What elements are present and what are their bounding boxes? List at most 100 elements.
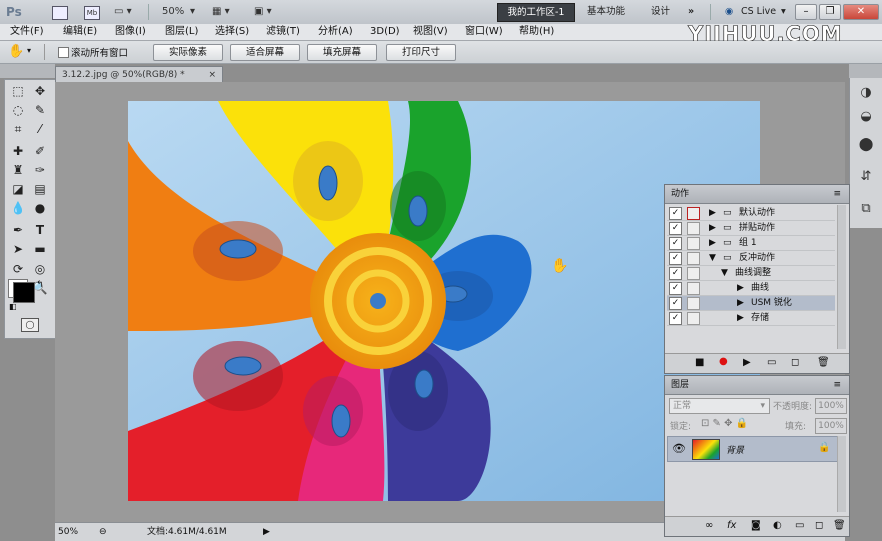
status-sync-icon[interactable]: ⊖ bbox=[99, 524, 107, 540]
document-tab[interactable]: 3.12.2.jpg @ 50%(RGB/8) * × bbox=[55, 66, 223, 82]
fill-field[interactable]: 100% bbox=[815, 418, 847, 434]
toolbox-header[interactable] bbox=[0, 64, 55, 78]
channels-panel-icon[interactable]: ⇵ bbox=[857, 168, 875, 186]
action-row[interactable]: ✓ ▶ 曲线 bbox=[667, 281, 835, 296]
adjustments-panel-icon[interactable]: ⬤ bbox=[857, 136, 875, 154]
opacity-field[interactable]: 100% bbox=[815, 398, 847, 414]
record-icon[interactable]: ● bbox=[719, 356, 728, 367]
print-size-button[interactable]: 打印尺寸 bbox=[386, 44, 456, 61]
quick-select-tool-icon[interactable]: ✎ bbox=[30, 101, 50, 120]
dock-header[interactable] bbox=[849, 64, 882, 78]
layers-panel-header[interactable]: 图层 ≡ bbox=[665, 376, 849, 395]
menu-edit[interactable]: 编辑(E) bbox=[63, 25, 97, 39]
screen-mode-icon[interactable]: ▣ ▾ bbox=[254, 4, 272, 20]
layer-style-icon[interactable]: fx bbox=[727, 520, 736, 531]
workspace-design[interactable]: 设计 bbox=[651, 3, 670, 20]
restore-button[interactable]: ❐ bbox=[819, 4, 841, 20]
action-toggle-checkbox[interactable]: ✓ bbox=[669, 267, 682, 280]
layer-mask-icon[interactable]: ◙ bbox=[751, 520, 761, 531]
fill-screen-button[interactable]: 填充屏幕 bbox=[307, 44, 377, 61]
eraser-tool-icon[interactable]: ◪ bbox=[8, 180, 28, 199]
menu-file[interactable]: 文件(F) bbox=[10, 25, 44, 39]
type-tool-icon[interactable]: T bbox=[30, 221, 50, 240]
workspace-basic[interactable]: 基本功能 bbox=[587, 3, 625, 20]
new-action-icon[interactable]: ◻ bbox=[791, 357, 799, 368]
dialog-toggle[interactable] bbox=[687, 312, 700, 325]
default-colors-icon[interactable]: ◧ bbox=[9, 302, 17, 311]
lasso-tool-icon[interactable]: ◌ bbox=[8, 101, 28, 120]
arrange-documents-icon[interactable]: ▦ ▾ bbox=[212, 4, 230, 20]
3d-rotate-tool-icon[interactable]: ⟳ bbox=[8, 260, 28, 279]
panel-menu-icon[interactable]: ≡ bbox=[833, 376, 841, 394]
menu-3d[interactable]: 3D(D) bbox=[370, 25, 400, 39]
dialog-toggle[interactable] bbox=[687, 267, 700, 280]
action-toggle-checkbox[interactable]: ✓ bbox=[669, 282, 682, 295]
shape-tool-icon[interactable]: ▬ bbox=[30, 240, 50, 259]
zoom-level-dropdown[interactable]: 50% bbox=[162, 4, 184, 20]
link-layers-icon[interactable]: ∞ bbox=[705, 520, 713, 531]
new-layer-icon[interactable]: ◻ bbox=[815, 520, 823, 531]
menu-layer[interactable]: 图层(L) bbox=[165, 25, 198, 39]
stop-icon[interactable]: ■ bbox=[695, 357, 704, 368]
actions-panel-header[interactable]: 动作 ≡ bbox=[665, 185, 849, 204]
close-window-button[interactable]: ✕ bbox=[843, 4, 879, 20]
color-panel-icon[interactable]: ◑ bbox=[857, 84, 875, 102]
hand-tool-icon[interactable]: ✋ bbox=[8, 44, 24, 59]
cslive-icon[interactable]: ◉ bbox=[725, 3, 733, 20]
dialog-toggle[interactable] bbox=[687, 282, 700, 295]
swap-colors-icon[interactable]: ↰ bbox=[36, 280, 44, 290]
layer-comps-panel-icon[interactable]: ⧉ bbox=[857, 200, 875, 218]
adjustment-layer-icon[interactable]: ◐ bbox=[773, 520, 782, 531]
bridge-icon[interactable] bbox=[52, 6, 68, 20]
expand-arrow-icon[interactable]: ▶ bbox=[709, 206, 716, 220]
chevron-down-icon[interactable]: ▾ bbox=[27, 46, 31, 55]
3d-orbit-tool-icon[interactable]: ◎ bbox=[30, 260, 50, 279]
workspace-more-icon[interactable]: » bbox=[688, 3, 694, 20]
menu-select[interactable]: 选择(S) bbox=[215, 25, 249, 39]
menu-help[interactable]: 帮助(H) bbox=[519, 25, 554, 39]
play-icon[interactable]: ▶ bbox=[743, 357, 751, 368]
expand-arrow-icon[interactable]: ▶ bbox=[737, 281, 744, 295]
action-toggle-checkbox[interactable]: ✓ bbox=[669, 312, 682, 325]
action-toggle-checkbox[interactable]: ✓ bbox=[669, 297, 682, 310]
foreground-color-swatch[interactable] bbox=[13, 282, 35, 303]
panel-menu-icon[interactable]: ≡ bbox=[833, 185, 841, 203]
fit-screen-button[interactable]: 适合屏幕 bbox=[230, 44, 300, 61]
action-row[interactable]: ✓ ▶ ▭ 拼贴动作 bbox=[667, 221, 835, 236]
dialog-toggle[interactable] bbox=[687, 252, 700, 265]
layers-scrollbar[interactable] bbox=[837, 436, 846, 512]
dialog-toggle[interactable] bbox=[687, 237, 700, 250]
expand-arrow-icon[interactable]: ▶ bbox=[737, 311, 744, 325]
new-group-icon[interactable]: ▭ bbox=[795, 520, 804, 531]
history-brush-tool-icon[interactable]: ✑ bbox=[30, 161, 50, 180]
expand-arrow-icon[interactable]: ▶ bbox=[709, 236, 716, 250]
blend-mode-select[interactable]: 正常 ▾ bbox=[669, 398, 770, 414]
view-extras-icon[interactable]: ▭ ▾ bbox=[114, 4, 132, 20]
chevron-down-icon[interactable]: ▾ bbox=[760, 399, 765, 413]
marquee-tool-icon[interactable]: ⬚ bbox=[8, 82, 28, 101]
pen-tool-icon[interactable]: ✒ bbox=[8, 221, 28, 240]
expand-arrow-icon[interactable]: ▶ bbox=[737, 296, 744, 310]
scroll-all-checkbox[interactable] bbox=[58, 47, 69, 58]
menu-filter[interactable]: 滤镜(T) bbox=[266, 25, 300, 39]
actual-pixels-button[interactable]: 实际像素 bbox=[153, 44, 223, 61]
status-zoom[interactable]: 50% bbox=[58, 524, 78, 540]
healing-brush-tool-icon[interactable]: ✚ bbox=[8, 142, 28, 161]
swatches-panel-icon[interactable]: ◒ bbox=[857, 108, 875, 126]
dialog-toggle[interactable] bbox=[687, 207, 700, 220]
eyedropper-tool-icon[interactable]: ⁄ bbox=[30, 120, 50, 139]
dialog-toggle[interactable] bbox=[687, 297, 700, 310]
cslive-button[interactable]: CS Live bbox=[741, 3, 776, 20]
close-tab-icon[interactable]: × bbox=[208, 67, 216, 83]
collapse-arrow-icon[interactable]: ▼ bbox=[709, 251, 716, 265]
minibridge-icon[interactable]: Mb bbox=[84, 6, 100, 20]
new-set-icon[interactable]: ▭ bbox=[767, 357, 776, 368]
move-tool-icon[interactable]: ✥ bbox=[30, 82, 50, 101]
action-toggle-checkbox[interactable]: ✓ bbox=[669, 237, 682, 250]
clone-stamp-tool-icon[interactable]: ♜ bbox=[8, 161, 28, 180]
chevron-down-icon[interactable]: ▾ bbox=[781, 3, 786, 20]
action-row[interactable]: ✓ ▼ ▭ 反冲动作 bbox=[667, 251, 835, 266]
workspace-active[interactable]: 我的工作区-1 bbox=[497, 3, 575, 22]
menu-view[interactable]: 视图(V) bbox=[413, 25, 448, 39]
menu-window[interactable]: 窗口(W) bbox=[465, 25, 503, 39]
